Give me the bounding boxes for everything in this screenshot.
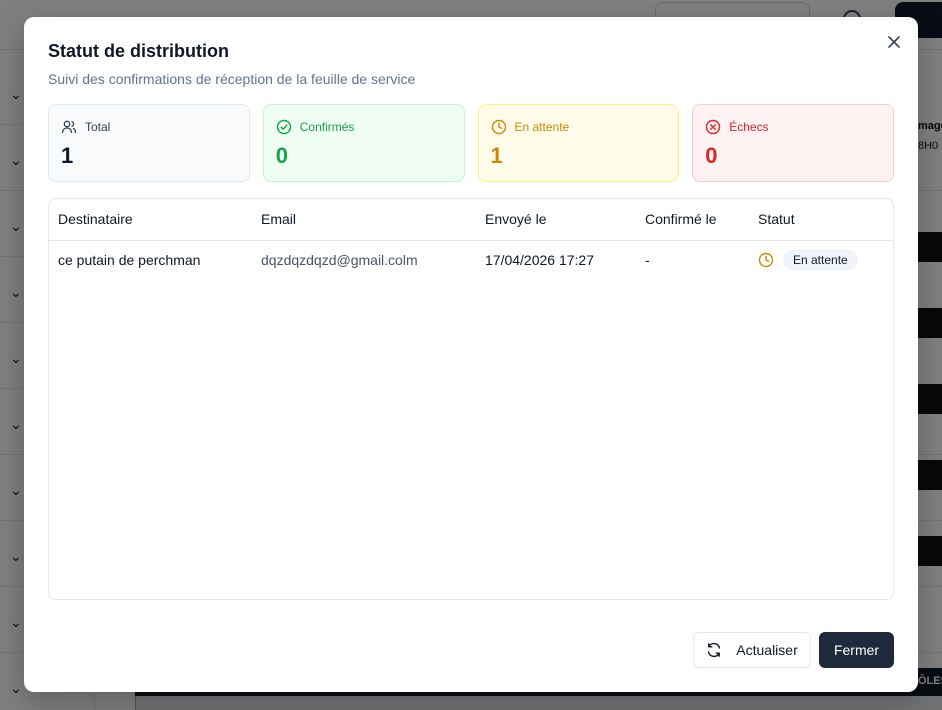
distribution-status-dialog: Statut de distribution Suivi des confirm… — [24, 17, 918, 692]
table-header-row: Destinataire Email Envoyé le Confirmé le… — [49, 199, 893, 241]
sent-date-cell: 17/04/2026 17:27 — [485, 252, 594, 268]
users-icon — [61, 120, 77, 134]
status-cell: En attente — [749, 240, 893, 280]
x-circle-icon — [706, 119, 721, 135]
recipients-table: Destinataire Email Envoyé le Confirmé le… — [48, 198, 894, 600]
stat-card-failures: Échecs 0 — [692, 104, 894, 182]
stat-value: 0 — [705, 143, 718, 168]
stat-value: 0 — [275, 143, 288, 168]
recipient-cell: ce putain de perchman — [58, 252, 201, 268]
dialog-subtitle: Suivi des confirmations de réception de … — [48, 71, 416, 87]
table-row: ce putain de perchman dqzdqzdqzd@gmail.c… — [49, 240, 893, 280]
refresh-button-label: Actualiser — [736, 642, 798, 658]
stat-value: 1 — [61, 143, 74, 168]
status-badge: En attente — [783, 249, 858, 271]
check-circle-icon — [276, 119, 291, 135]
stat-label: En attente — [514, 120, 570, 134]
stat-value: 1 — [490, 143, 503, 168]
column-header-email: Email — [252, 199, 476, 241]
close-dialog-button-label: Fermer — [833, 642, 880, 658]
clock-icon — [491, 119, 506, 135]
refresh-icon — [708, 642, 721, 658]
close-icon — [888, 36, 900, 48]
dialog-title: Statut de distribution — [48, 41, 229, 61]
stat-card-pending: En attente 1 — [477, 104, 680, 182]
email-cell: dqzdqzdqzd@gmail.colm — [261, 252, 418, 268]
column-header-status: Statut — [749, 199, 893, 241]
column-header-confirmed: Confirmé le — [636, 199, 749, 241]
close-dialog-button[interactable]: Fermer — [819, 632, 894, 668]
stat-label: Confirmés — [299, 120, 355, 134]
clock-icon — [758, 252, 774, 268]
column-header-sent: Envoyé le — [476, 199, 636, 241]
confirmed-date-cell: - — [645, 252, 650, 268]
stat-label: Échecs — [729, 120, 769, 134]
close-button[interactable] — [885, 33, 903, 51]
column-header-recipient: Destinataire — [49, 199, 252, 241]
stat-card-total: Total 1 — [48, 104, 250, 182]
refresh-button[interactable]: Actualiser — [693, 632, 811, 668]
stat-label: Total — [85, 120, 111, 134]
stat-card-confirmed: Confirmés 0 — [262, 104, 465, 182]
stats-cards: Total 1 Confirmés 0 En attente 1 Échecs … — [48, 104, 894, 182]
